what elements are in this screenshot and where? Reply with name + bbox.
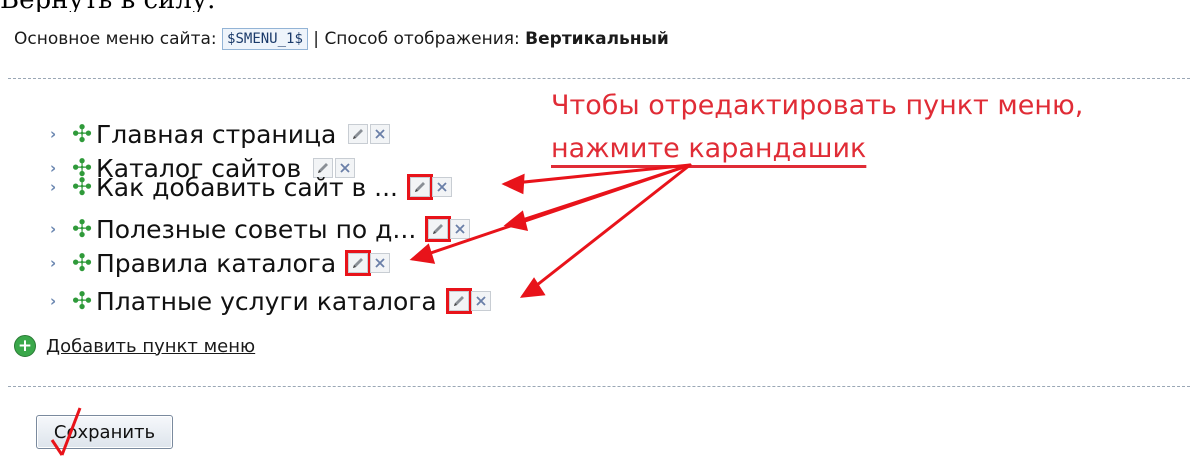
pencil-icon[interactable] bbox=[407, 174, 434, 200]
list-item: › ✣ Главная страница bbox=[50, 117, 391, 151]
menu-item-label: Главная страница bbox=[96, 119, 337, 149]
menu-item-label: Как добавить сайт в ... bbox=[96, 172, 399, 202]
plus-circle-icon[interactable]: + bbox=[14, 335, 36, 357]
x-delete-icon[interactable] bbox=[432, 177, 453, 197]
pencil-icon[interactable] bbox=[345, 250, 372, 276]
mode-value: Вертикальный bbox=[525, 29, 669, 49]
chevron-right-icon[interactable]: › bbox=[50, 254, 72, 272]
list-item: › ✣ Полезные советы по д... bbox=[50, 212, 471, 246]
x-delete-icon[interactable] bbox=[450, 219, 471, 239]
chevron-right-icon[interactable]: › bbox=[50, 125, 72, 143]
menu-item-label: Платные услуги каталога bbox=[96, 286, 437, 316]
divider-top bbox=[8, 78, 1190, 79]
x-delete-icon[interactable] bbox=[370, 124, 391, 144]
save-button[interactable]: Сохранить bbox=[36, 415, 173, 449]
pencil-icon[interactable] bbox=[425, 216, 452, 242]
menu-item-label: Правила каталога bbox=[96, 248, 337, 278]
list-item: › ✣ Как добавить сайт в ... bbox=[50, 170, 453, 204]
x-delete-icon[interactable] bbox=[370, 253, 391, 273]
list-item: › ✣ Правила каталога bbox=[50, 246, 391, 280]
green-cross-icon[interactable]: ✣ bbox=[72, 249, 94, 277]
x-delete-icon[interactable] bbox=[470, 291, 491, 311]
chevron-right-icon[interactable]: › bbox=[50, 220, 72, 238]
green-cross-icon[interactable]: ✣ bbox=[72, 287, 94, 315]
pencil-icon[interactable] bbox=[348, 124, 369, 144]
divider-bottom bbox=[8, 386, 1190, 387]
mode-label: Способ отображения: bbox=[324, 29, 520, 49]
green-cross-icon[interactable]: ✣ bbox=[72, 215, 94, 243]
list-item: › ✣ Платные услуги каталога bbox=[50, 284, 491, 318]
green-cross-icon[interactable]: ✣ bbox=[72, 173, 94, 201]
menu-item-label: Полезные советы по д... bbox=[96, 214, 417, 244]
add-menu-item-link[interactable]: + Добавить пункт меню bbox=[14, 335, 255, 357]
chevron-right-icon[interactable]: › bbox=[50, 292, 72, 310]
menu-label: Основное меню сайта: bbox=[14, 29, 217, 49]
pencil-icon[interactable] bbox=[445, 288, 472, 314]
top-cropped-text: Вернуть в силу. bbox=[0, 0, 215, 12]
annotation-line-1: Чтобы отредактировать пункт меню, bbox=[551, 90, 1084, 121]
chevron-right-icon[interactable]: › bbox=[50, 178, 72, 196]
menu-header: Основное меню сайта: $SMENU_1$ | Способ … bbox=[14, 28, 669, 50]
separator: | bbox=[313, 29, 320, 49]
annotation-line-2: нажмите карандашик bbox=[551, 133, 867, 164]
green-cross-icon[interactable]: ✣ bbox=[72, 120, 94, 148]
menu-code-field[interactable]: $SMENU_1$ bbox=[222, 28, 308, 50]
add-menu-item-label[interactable]: Добавить пункт меню bbox=[46, 336, 255, 357]
